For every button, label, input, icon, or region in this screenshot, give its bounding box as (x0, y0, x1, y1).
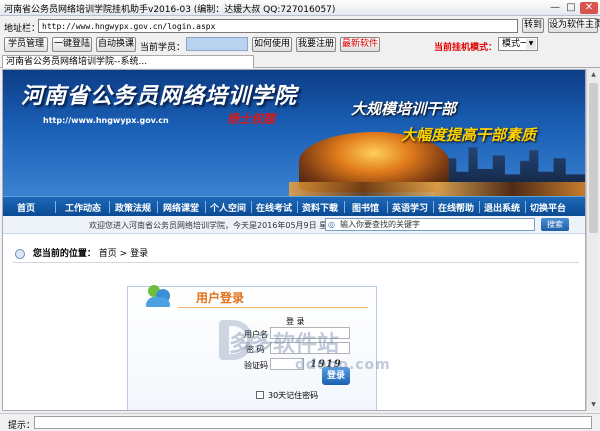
nav-item-news[interactable]: 工作动态 (65, 201, 101, 214)
mode-label: 当前挂机模式： (434, 43, 498, 53)
login-title-underline (178, 307, 368, 308)
set-home-button[interactable]: 设为软件主页 (548, 18, 600, 33)
window-title: 河南省公务员网络培训学院挂机助手v2016-03 (编制：达媛大叔 QQ:727… (4, 5, 336, 15)
location-icon (15, 248, 25, 259)
status-bar: 提示： (0, 413, 600, 431)
window-titlebar: 河南省公务员网络培训学院挂机助手v2016-03 (编制：达媛大叔 QQ:727… (0, 0, 600, 16)
address-row: 地址栏： http://www.hngwypx.gov.cn/login.asp… (0, 17, 600, 35)
welcome-bar: 欢迎您进入河南省公务员网络培训学院，今天是2016年05月9日 星期一 ◎ 输入… (3, 216, 585, 234)
nav-item-policy[interactable]: 政策法规 (115, 201, 151, 214)
chevron-down-icon[interactable]: ▼ (526, 39, 536, 49)
nav-item-switch[interactable]: 切换平台 (530, 201, 566, 214)
register-button[interactable]: 我要注册 (296, 37, 336, 52)
current-student-input[interactable] (186, 37, 248, 51)
nav-item-library[interactable]: 图书馆 (352, 201, 379, 214)
how-to-use-button[interactable]: 如何使用 (252, 37, 292, 52)
welcome-text: 欢迎您进入河南省公务员网络培训学院，今天是2016年05月9日 星期一 (89, 221, 344, 230)
site-search-input[interactable]: ◎ 输入你要查找的关键字 (325, 218, 535, 231)
breadcrumb-sep: > (119, 249, 128, 259)
users-icon (146, 281, 172, 307)
status-field (34, 416, 592, 429)
remember-checkbox[interactable] (256, 391, 264, 399)
city-lights-image (289, 182, 585, 196)
status-label: 提示： (8, 421, 36, 431)
site-url: http://www.hngwypx.gov.cn (43, 116, 169, 125)
vertical-scrollbar[interactable]: ▲ ▼ (586, 69, 599, 411)
scrollbar-thumb[interactable] (589, 83, 598, 233)
login-title: 用户登录 (196, 291, 245, 305)
nav-item-personal[interactable]: 个人空间 (210, 201, 246, 214)
maximize-icon[interactable]: □ (564, 2, 578, 14)
nav-item-download[interactable]: 资料下载 (302, 201, 338, 214)
captcha-label: 验证码 (244, 361, 268, 370)
site-title: 河南省公务员网络培训学院 (21, 83, 298, 109)
breadcrumb: 您当前的位置： 首页 > 登录 (15, 246, 148, 259)
auto-select-course-button[interactable]: 自动换课 (96, 37, 136, 52)
nav-item-english[interactable]: 英语学习 (392, 201, 428, 214)
address-label: 地址栏： (4, 24, 41, 34)
go-button[interactable]: 转到 (522, 18, 544, 33)
watermark-text: 多多软件站 (229, 332, 340, 357)
nav-item-classroom[interactable]: 网络课堂 (163, 201, 199, 214)
main-nav: 首页 工作动态 政策法规 网络课堂 个人空间 在线考试 资料下载 图书馆 英语学… (3, 196, 585, 216)
breadcrumb-divider (13, 262, 579, 263)
tab-strip: 河南省公务员网络培训学院--系统... (0, 54, 600, 68)
search-button[interactable]: 搜索 (541, 218, 569, 231)
nav-item-home[interactable]: 首页 (17, 201, 35, 214)
browser-content: 河南省公务员网络培训学院 http://www.hngwypx.gov.cn 杨… (2, 69, 586, 411)
watermark-sub: ddooo.com (295, 357, 391, 373)
search-placeholder: 输入你要查找的关键字 (340, 220, 420, 229)
slogan-2: 大幅度提高干部素质 (401, 126, 537, 144)
toolbar: 学员管理 一键登陆 自动换课 当前学员： 如何使用 我要注册 最新软件 当前挂机… (0, 36, 600, 53)
breadcrumb-home[interactable]: 首页 (99, 249, 117, 259)
remember-label: 30天记住密码 (268, 391, 319, 400)
student-management-button[interactable]: 学员管理 (4, 37, 48, 52)
close-icon[interactable]: ✕ (580, 2, 598, 14)
scroll-up-icon[interactable]: ▲ (587, 69, 600, 81)
search-icon: ◎ (328, 220, 335, 229)
tab-hngwypx[interactable]: 河南省公务员网络培训学院--系统... (2, 55, 254, 68)
scroll-down-icon[interactable]: ▼ (587, 399, 600, 411)
nav-item-exam[interactable]: 在线考试 (256, 201, 292, 214)
current-student-label: 当前学员： (140, 43, 186, 53)
minimize-icon[interactable]: — (548, 2, 562, 14)
site-banner: 河南省公务员网络培训学院 http://www.hngwypx.gov.cn 杨… (3, 70, 585, 196)
address-input[interactable]: http://www.hngwypx.gov.cn/login.aspx (38, 19, 518, 33)
breadcrumb-label: 您当前的位置： (32, 249, 96, 259)
breadcrumb-current: 登录 (130, 249, 149, 259)
nav-item-help[interactable]: 在线帮助 (438, 201, 474, 214)
calligraphy-signature: 杨士权题 (227, 112, 276, 126)
latest-software-button[interactable]: 最新软件 (340, 37, 380, 52)
mode-select-value: 模式一 (502, 39, 530, 49)
mode-select[interactable]: 模式一 ▼ (498, 37, 538, 51)
nav-item-logout[interactable]: 退出系统 (484, 201, 520, 214)
slogan-1: 大规模培训干部 (351, 100, 457, 118)
one-click-login-button[interactable]: 一键登陆 (52, 37, 92, 52)
